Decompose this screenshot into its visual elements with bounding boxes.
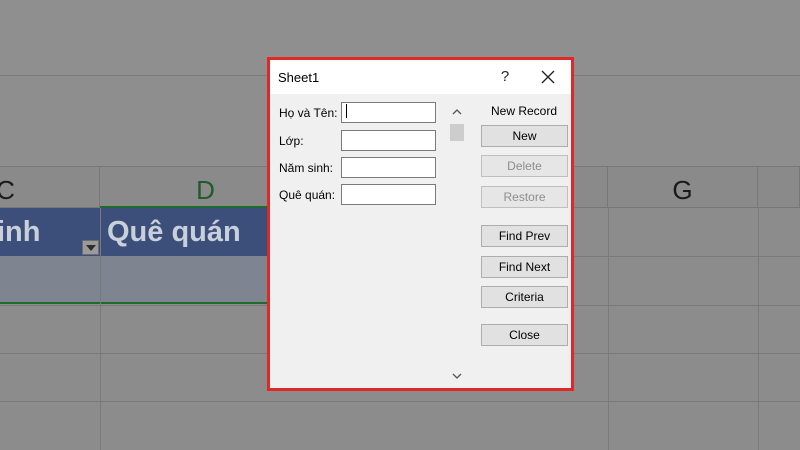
find-prev-button[interactable]: Find Prev [481, 225, 568, 247]
grid-line [758, 208, 759, 450]
column-header-h[interactable] [758, 166, 800, 208]
scroll-down-icon[interactable] [448, 368, 466, 384]
column-header-c[interactable]: C [0, 166, 100, 208]
new-button[interactable]: New [481, 125, 568, 147]
data-form-dialog: Sheet1 ? Họ và Tên: Lớp: Năm sinh: Quê q… [267, 57, 574, 391]
grid-line [0, 401, 800, 402]
column-header-g[interactable]: G [608, 166, 758, 208]
nam-sinh-field[interactable] [341, 157, 436, 178]
grid-line [608, 208, 609, 450]
restore-button[interactable]: Restore [481, 186, 568, 208]
criteria-button[interactable]: Criteria [481, 286, 568, 308]
filter-dropdown-icon[interactable] [82, 240, 99, 255]
delete-button[interactable]: Delete [481, 155, 568, 177]
find-next-button[interactable]: Find Next [481, 256, 568, 278]
dialog-title-bar[interactable]: Sheet1 ? [270, 60, 571, 94]
field-label-que-quan: Quê quán: [279, 188, 336, 202]
column-letter: C [0, 175, 15, 205]
table-data-row[interactable] [0, 256, 268, 304]
close-button[interactable]: Close [481, 324, 568, 346]
column-header-f[interactable] [574, 166, 608, 208]
header-cell-nam-sinh: inh [0, 216, 41, 248]
que-quan-field[interactable] [341, 184, 436, 205]
close-icon[interactable] [534, 64, 562, 90]
field-label-nam-sinh: Năm sinh: [279, 161, 334, 175]
field-label-ho-va-ten: Họ và Tên: [279, 106, 338, 120]
dialog-title: Sheet1 [278, 70, 320, 85]
header-cell-que-quan: Quê quán [107, 216, 241, 248]
record-status-label: New Record [490, 104, 558, 118]
scroll-up-icon[interactable] [448, 104, 466, 120]
column-letter: D [196, 175, 215, 205]
table-header-row: inh Quê quán [0, 208, 268, 256]
field-label-lop: Lớp: [279, 134, 304, 148]
grid-line [100, 208, 101, 450]
column-header-d[interactable]: D [100, 166, 268, 208]
help-button[interactable]: ? [492, 64, 518, 90]
lop-field[interactable] [341, 130, 436, 151]
record-scrollbar[interactable] [448, 100, 466, 388]
column-letter: G [672, 175, 693, 205]
text-cursor [346, 104, 347, 118]
ho-va-ten-field[interactable] [341, 102, 436, 123]
scroll-thumb[interactable] [450, 124, 464, 141]
